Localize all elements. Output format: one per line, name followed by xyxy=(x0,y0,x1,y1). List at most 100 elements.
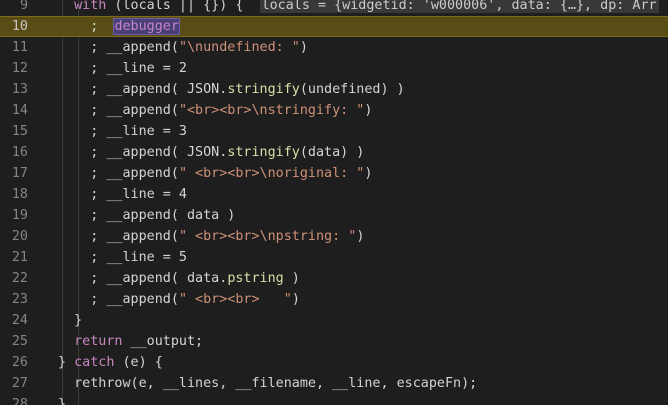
line-number[interactable]: 17 xyxy=(0,163,28,184)
line-number[interactable]: 21 xyxy=(0,247,28,268)
code-line[interactable]: 28} xyxy=(0,394,668,405)
code-token: __output; xyxy=(122,334,204,349)
code-text[interactable]: ; __append( data ) xyxy=(58,205,235,226)
code-token: ) xyxy=(291,292,300,307)
line-number[interactable]: 22 xyxy=(0,268,28,289)
code-line[interactable]: 16 ; __append( JSON.stringify(data) ) xyxy=(0,142,668,163)
code-token: ; __append( xyxy=(58,229,179,244)
code-token: ; __append( xyxy=(58,103,179,118)
line-number[interactable]: 24 xyxy=(0,310,28,331)
code-token: stringify xyxy=(227,82,300,97)
line-number[interactable]: 12 xyxy=(0,58,28,79)
code-line[interactable]: 12 ; __line = 2 xyxy=(0,58,668,79)
code-text[interactable]: } catch (e) { xyxy=(58,352,163,373)
code-token: ) xyxy=(283,271,300,286)
line-number[interactable]: 27 xyxy=(0,373,28,394)
code-text[interactable]: rethrow(e, __lines, __filename, __line, … xyxy=(58,373,477,394)
code-text[interactable]: ; __append( JSON.stringify(data) ) xyxy=(58,142,364,163)
line-number[interactable]: 10 xyxy=(0,17,28,36)
code-token: ; __line = 5 xyxy=(58,250,187,265)
line-number[interactable]: 11 xyxy=(0,37,28,58)
code-line[interactable]: 9 with (locals || {}) { locals = {widget… xyxy=(0,0,668,16)
line-number[interactable]: 25 xyxy=(0,331,28,352)
code-text[interactable]: ; __append( JSON.stringify(undefined) ) xyxy=(58,79,405,100)
code-line[interactable]: 17 ; __append(" <br><br>\noriginal: ") xyxy=(0,163,668,184)
code-token: (data) ) xyxy=(299,145,365,160)
code-token: catch xyxy=(74,355,115,370)
code-token: ; __line = 2 xyxy=(58,61,187,76)
line-number[interactable]: 14 xyxy=(0,100,28,121)
code-line[interactable]: 20 ; __append(" <br><br>\npstring: ") xyxy=(0,226,668,247)
code-token: ) xyxy=(356,229,365,244)
line-number[interactable]: 23 xyxy=(0,289,28,310)
code-token: pstring xyxy=(227,271,284,286)
line-number[interactable]: 26 xyxy=(0,352,28,373)
code-line[interactable]: 22 ; __append( data.pstring ) xyxy=(0,268,668,289)
code-line[interactable]: 25 return __output; xyxy=(0,331,668,352)
code-line[interactable]: 11 ; __append("\nundefined: ") xyxy=(0,37,668,58)
code-token: (undefined) ) xyxy=(299,82,405,97)
code-token: ; xyxy=(58,19,115,34)
code-token: ; __append( data. xyxy=(58,271,228,286)
code-text[interactable]: with (locals || {}) { locals = {widgetid… xyxy=(58,0,659,16)
code-line[interactable]: 24 } xyxy=(0,310,668,331)
code-line[interactable]: 27 rethrow(e, __lines, __filename, __lin… xyxy=(0,373,668,394)
line-number[interactable]: 15 xyxy=(0,121,28,142)
line-number[interactable]: 18 xyxy=(0,184,28,205)
debugger-keyword: debugger xyxy=(113,18,180,35)
code-line[interactable]: 26 } catch (e) { xyxy=(0,352,668,373)
code-text[interactable]: ; __line = 5 xyxy=(58,247,187,268)
code-token: } xyxy=(58,397,67,405)
code-token: ; __line = 3 xyxy=(58,124,187,139)
code-text[interactable]: ; __append(" <br><br>\npstring: ") xyxy=(58,226,364,247)
code-token: ) xyxy=(364,103,373,118)
line-number[interactable]: 9 xyxy=(0,0,28,16)
code-text[interactable]: ; __append("<br><br>\nstringify: ") xyxy=(58,100,372,121)
code-text[interactable]: ; debugger xyxy=(58,17,180,36)
code-text[interactable]: ; __line = 4 xyxy=(58,184,187,205)
inline-debug-value: locals = {widgetid: 'w000006', data: {…}… xyxy=(259,0,659,13)
code-token: } xyxy=(58,355,75,370)
code-token: " <br><br>\noriginal: " xyxy=(178,166,365,181)
code-token: ; __append( JSON. xyxy=(58,82,228,97)
code-line[interactable]: 21 ; __line = 5 xyxy=(0,247,668,268)
line-number[interactable]: 19 xyxy=(0,205,28,226)
code-token: rethrow(e, __lines, __filename, __line, … xyxy=(58,376,478,391)
code-token: stringify xyxy=(227,145,300,160)
code-editor[interactable]: 9 with (locals || {}) { locals = {widget… xyxy=(0,0,668,405)
code-line[interactable]: 23 ; __append(" <br><br> ") xyxy=(0,289,668,310)
code-line[interactable]: 19 ; __append( data ) xyxy=(0,205,668,226)
code-text[interactable]: ; __append(" <br><br>\noriginal: ") xyxy=(58,163,372,184)
code-text[interactable]: } xyxy=(58,310,82,331)
code-text[interactable]: ; __append("\nundefined: ") xyxy=(58,37,308,58)
code-token: "\nundefined: " xyxy=(178,40,300,55)
code-token: " <br><br> " xyxy=(178,292,292,307)
code-token: " <br><br>\npstring: " xyxy=(178,229,357,244)
code-token: (locals || {}) { xyxy=(106,0,260,13)
code-line[interactable]: 18 ; __line = 4 xyxy=(0,184,668,205)
code-text[interactable]: ; __append( data.pstring ) xyxy=(58,268,300,289)
code-line[interactable]: 13 ; __append( JSON.stringify(undefined)… xyxy=(0,79,668,100)
code-text[interactable]: return __output; xyxy=(58,331,203,352)
code-text[interactable]: ; __append(" <br><br> ") xyxy=(58,289,300,310)
code-token: ; __line = 4 xyxy=(58,187,187,202)
line-number[interactable]: 20 xyxy=(0,226,28,247)
line-number[interactable]: 16 xyxy=(0,142,28,163)
code-text[interactable]: ; __line = 3 xyxy=(58,121,187,142)
code-token: ; __append( JSON. xyxy=(58,145,228,160)
code-text[interactable]: ; __line = 2 xyxy=(58,58,187,79)
code-token: with xyxy=(74,0,107,13)
code-token: ; __append( xyxy=(58,40,179,55)
code-token: ) xyxy=(364,166,373,181)
code-text[interactable]: } xyxy=(58,394,66,405)
line-number[interactable]: 13 xyxy=(0,79,28,100)
code-line[interactable]: 15 ; __line = 3 xyxy=(0,121,668,142)
code-line[interactable]: 10 ; debugger xyxy=(0,16,668,37)
code-line[interactable]: 14 ; __append("<br><br>\nstringify: ") xyxy=(0,100,668,121)
code-token: ; __append( data ) xyxy=(58,208,236,223)
code-token: return xyxy=(74,334,123,349)
code-token: ; __append( xyxy=(58,292,179,307)
line-number[interactable]: 28 xyxy=(0,394,28,405)
